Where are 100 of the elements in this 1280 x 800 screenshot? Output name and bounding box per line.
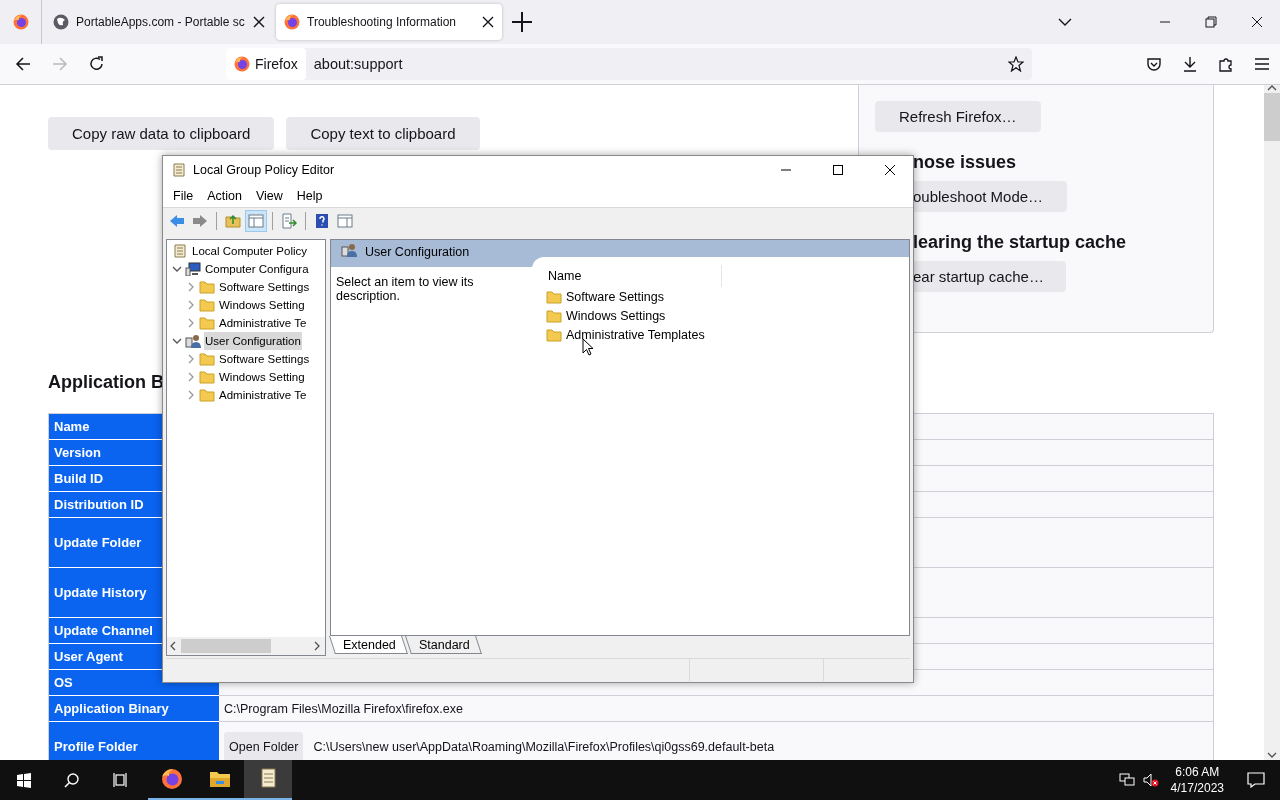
column-header[interactable]: Name [532, 265, 722, 287]
folder-icon [546, 327, 562, 342]
download-icon[interactable] [1182, 56, 1198, 72]
windows-icon[interactable] [16, 772, 32, 788]
notifications-icon[interactable] [1247, 772, 1265, 788]
action-button[interactable]: oubleshoot Mode… [913, 181, 1068, 212]
tree-item[interactable]: Windows Setting [218, 296, 306, 314]
toolbar-button[interactable] [245, 210, 267, 232]
firefox-icon [234, 56, 250, 72]
tree-item[interactable]: User Configuration [204, 332, 302, 350]
menu-item[interactable]: File [166, 188, 201, 203]
address-bar[interactable]: Firefox about:support [226, 48, 1032, 80]
folder-up-icon [225, 213, 241, 229]
user-icon [341, 243, 357, 257]
pane-title: User Configuration [365, 244, 470, 261]
value-text: C:\Program Files\Mozilla Firefox\firefox.exe [224, 701, 463, 716]
search-icon[interactable] [64, 772, 80, 788]
browser-tab[interactable]: Troubleshooting Information [276, 4, 502, 40]
mouse-pointer-icon [582, 338, 594, 356]
tree-item[interactable]: Administrative Te [218, 314, 308, 332]
clock-time[interactable]: 6:06 AM [1175, 764, 1220, 780]
folder-icon [199, 298, 215, 312]
view-tab[interactable]: Extended [329, 636, 408, 654]
action-button[interactable]: ear startup cache… [913, 261, 1066, 292]
tree-item[interactable]: Administrative Te [218, 386, 308, 404]
computer-icon [185, 262, 201, 276]
menu-item[interactable]: View [248, 188, 290, 203]
scroll-icon [258, 768, 278, 790]
folder-icon [199, 370, 215, 384]
star-icon[interactable] [1008, 56, 1024, 72]
help-icon [314, 213, 330, 229]
task-view-icon[interactable] [112, 772, 128, 788]
back-icon[interactable] [15, 56, 31, 72]
action-button[interactable]: Refresh Firefox… [875, 101, 1041, 132]
description-text: Select an item to view its description. [335, 274, 475, 305]
section-heading: Application B [48, 371, 164, 393]
scroll-up-icon[interactable] [1267, 85, 1277, 91]
close-icon[interactable] [253, 16, 265, 28]
section-heading: learing the startup cache [913, 232, 1127, 253]
chevron-down-icon[interactable] [1058, 18, 1072, 26]
folder-icon [199, 316, 215, 330]
tree-item[interactable]: Software Settings [218, 350, 311, 368]
folder-icon [546, 308, 562, 323]
menu-icon[interactable] [1254, 56, 1270, 72]
identity-box[interactable]: Firefox [226, 48, 306, 80]
tree-item[interactable]: Computer Configura [204, 260, 310, 278]
list-item[interactable]: Windows Settings [566, 308, 666, 323]
view-tab[interactable]: Standard [404, 636, 482, 654]
copy-button[interactable]: Copy text to clipboard [286, 117, 480, 150]
list-item[interactable]: Administrative Templates [566, 327, 705, 342]
copy-button[interactable]: Copy raw data to clipboard [48, 117, 275, 150]
tab-title: PortableApps.com - Portable sc [76, 15, 246, 29]
tree-item[interactable]: Local Computer Policy [191, 242, 309, 260]
tree-item[interactable]: Windows Setting [218, 368, 306, 386]
reload-icon[interactable] [89, 56, 105, 72]
folder-icon [199, 280, 215, 294]
back-icon [169, 213, 185, 229]
window-title: Local Group Policy Editor [193, 163, 336, 177]
forward-icon [192, 213, 208, 229]
url-text: about:support [313, 56, 404, 72]
scrollbar-thumb[interactable] [1264, 93, 1280, 141]
close-icon[interactable] [1251, 16, 1263, 28]
clock-date[interactable]: 4/17/2023 [1170, 780, 1224, 796]
scroll-down-icon[interactable] [1267, 752, 1277, 758]
firefox-icon [12, 14, 29, 30]
taskbar-app[interactable] [244, 760, 292, 800]
network-icon[interactable] [1118, 772, 1135, 788]
tab-title: Troubleshooting Information [307, 15, 457, 29]
restore-icon[interactable] [1205, 16, 1217, 28]
scrollbar-thumb[interactable] [181, 639, 271, 653]
menu-item[interactable]: Help [289, 188, 330, 203]
close-icon[interactable] [884, 164, 896, 176]
row-label: Profile Folder [49, 722, 219, 760]
value-text: C:\Users\new user\AppData\Roaming\Mozilla\Firefox\Profiles\qi0gss69.default-beta [313, 739, 775, 754]
speaker-muted-icon[interactable] [1142, 772, 1159, 788]
firefox-icon [161, 768, 183, 790]
firefox-icon [284, 14, 300, 30]
browser-tab[interactable]: PortableApps.com - Portable sc [45, 4, 273, 40]
scroll-icon [171, 163, 187, 177]
user-icon [185, 334, 201, 348]
list-item[interactable]: Software Settings [566, 289, 664, 304]
open-folder-button[interactable]: Open Folder [224, 731, 304, 760]
export-list-icon [281, 213, 297, 229]
tree-item[interactable]: Software Settings [218, 278, 311, 296]
puzzle-icon[interactable] [1218, 56, 1234, 72]
folder-icon [209, 769, 231, 789]
row-label: Application Binary [49, 696, 219, 722]
folder-icon [199, 388, 215, 402]
folder-icon [546, 289, 562, 304]
section-heading: nose issues [913, 152, 1017, 173]
scroll-icon [172, 244, 188, 258]
globe-icon [53, 14, 69, 30]
menu-item[interactable]: Action [200, 188, 249, 203]
pocket-icon[interactable] [1146, 56, 1162, 72]
close-icon[interactable] [482, 16, 494, 28]
console-tree-icon [248, 213, 264, 229]
identity-label: Firefox [255, 56, 298, 72]
maximize-icon[interactable] [832, 164, 844, 176]
new-tab-icon[interactable] [512, 12, 532, 32]
action-pane-icon [337, 213, 353, 229]
